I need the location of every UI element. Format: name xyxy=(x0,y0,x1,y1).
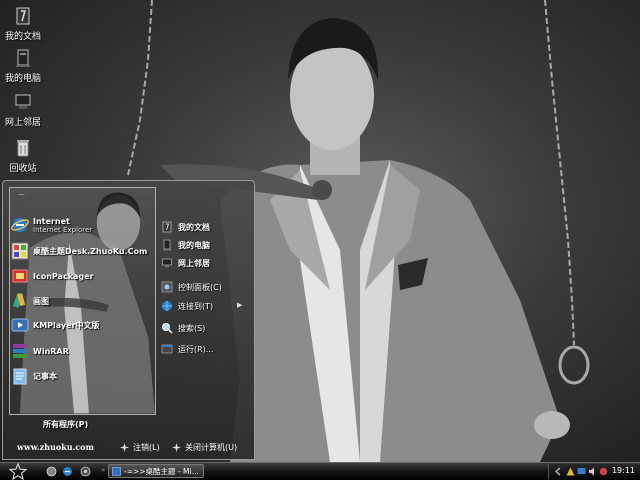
desktop-icon-my-documents[interactable]: 我的文档 xyxy=(0,6,46,42)
program-paint[interactable]: 画图 xyxy=(11,291,49,311)
program-label: IconPackager xyxy=(33,271,94,281)
desktop-icon-label: 网上邻居 xyxy=(4,118,41,128)
kmplayer-icon xyxy=(11,318,29,332)
notepad-icon xyxy=(13,368,27,385)
show-desktop-icon[interactable] xyxy=(46,466,57,477)
my-documents-icon xyxy=(16,7,30,25)
desktop-icon-label: 回收站 xyxy=(9,164,37,174)
start-menu-footer: www.zhuoku.com 注销(L) 关闭计算机(U) xyxy=(3,435,254,459)
winrar-icon xyxy=(13,344,27,358)
control-panel-icon xyxy=(161,281,173,293)
window-app-icon xyxy=(112,466,121,476)
run-icon xyxy=(161,344,173,354)
my-documents-icon xyxy=(162,221,172,233)
program-label: Internet xyxy=(33,216,70,226)
logoff-button[interactable]: 注销(L) xyxy=(119,442,160,453)
shutdown-icon xyxy=(172,443,181,452)
program-label: KMPlayer中文版 xyxy=(33,320,100,330)
desktop-icon-label: 我的电脑 xyxy=(4,74,41,84)
menu-item-label: 我的文档 xyxy=(178,222,210,232)
logoff-icon xyxy=(120,443,129,452)
program-label: WinRAR xyxy=(33,346,69,356)
menu-item-label: 我的电脑 xyxy=(178,240,210,250)
tray-network-icon[interactable] xyxy=(577,467,586,476)
menu-connect-to[interactable]: 连接到(T) xyxy=(161,298,213,314)
paint-icon xyxy=(12,292,26,308)
network-places-icon xyxy=(15,94,31,109)
system-tray: 19:11 xyxy=(548,464,640,479)
program-iconpackager[interactable]: IconPackager xyxy=(11,266,94,286)
menu-my-documents[interactable]: 我的文档 xyxy=(161,219,210,235)
menu-item-label: 运行(R)... xyxy=(178,344,214,354)
tray-chevron-icon[interactable] xyxy=(554,467,563,476)
program-kmplayer[interactable]: KMPlayer中文版 xyxy=(11,315,100,335)
program-label: 画图 xyxy=(33,296,49,306)
clock[interactable]: 19:11 xyxy=(612,466,635,475)
program-winrar[interactable]: WinRAR xyxy=(11,341,69,361)
menu-item-label: 控制面板(C) xyxy=(178,282,222,292)
my-computer-icon xyxy=(163,239,171,251)
desktop-icon-recycle-bin[interactable]: 回收站 xyxy=(0,138,46,174)
start-button[interactable] xyxy=(6,463,30,480)
menu-item-label: 连接到(T) xyxy=(178,301,214,311)
tray-warning-icon[interactable] xyxy=(566,467,575,476)
shutdown-button[interactable]: 关闭计算机(U) xyxy=(171,442,237,453)
program-sublabel: Internet Explorer xyxy=(33,225,93,234)
menu-network-places[interactable]: 网上邻居 xyxy=(161,255,210,271)
menu-search[interactable]: 搜索(S) xyxy=(161,320,205,336)
menu-item-label: 网上邻居 xyxy=(178,258,210,268)
menu-control-panel[interactable]: 控制面板(C) xyxy=(161,279,222,295)
desktop-icon-label: 我的文档 xyxy=(4,32,41,42)
recycle-bin-icon xyxy=(17,140,29,157)
site-url: www.zhuoku.com xyxy=(17,442,94,452)
menu-my-computer[interactable]: 我的电脑 xyxy=(161,237,210,253)
iconpackager-icon xyxy=(12,269,28,283)
submenu-arrow-icon: ▶ xyxy=(237,301,243,309)
tray-app-icon[interactable] xyxy=(599,467,608,476)
all-programs-button[interactable]: 所有程序(P) xyxy=(43,419,88,430)
desktop-icon-my-computer[interactable]: 我的电脑 xyxy=(0,48,46,84)
network-places-icon xyxy=(162,258,172,268)
program-internet-explorer[interactable]: Internet Internet Explorer xyxy=(11,215,92,235)
internet-explorer-icon xyxy=(11,218,29,232)
taskbar-window-button[interactable]: -=>>桌酷主题 - Mi... xyxy=(108,464,204,478)
menu-run[interactable]: 运行(R)... xyxy=(161,341,213,357)
menu-top-mark: — xyxy=(18,190,25,198)
program-notepad[interactable]: 记事本 xyxy=(11,366,57,386)
quick-launch-app-icon[interactable] xyxy=(80,466,91,477)
connect-to-icon xyxy=(162,301,172,311)
menu-item-label: 搜索(S) xyxy=(178,323,206,333)
desktop-icon-network-places[interactable]: 网上邻居 xyxy=(0,92,46,128)
internet-explorer-icon[interactable] xyxy=(62,466,73,477)
taskbar: » -=>>桌酷主题 - Mi... 19:11 xyxy=(0,462,640,480)
search-icon xyxy=(162,323,173,334)
shutdown-label: 关闭计算机(U) xyxy=(185,443,238,452)
program-label: 记事本 xyxy=(33,371,57,381)
zhuoku-theme-icon xyxy=(11,242,29,260)
quick-launch-chevron[interactable]: » xyxy=(101,466,105,474)
taskbar-window-label: -=>>桌酷主题 - Mi... xyxy=(124,466,199,476)
logoff-label: 注销(L) xyxy=(133,443,160,452)
tray-volume-icon[interactable] xyxy=(588,467,597,476)
program-zhuoku-theme[interactable]: 桌酷主题Desk.ZhuoKu.Com xyxy=(11,241,147,261)
start-menu: — Internet Internet Explorer 桌酷主题Desk.Zh… xyxy=(2,180,255,460)
program-label: 桌酷主题Desk.ZhuoKu.Com xyxy=(33,246,148,256)
my-computer-icon xyxy=(16,49,30,67)
